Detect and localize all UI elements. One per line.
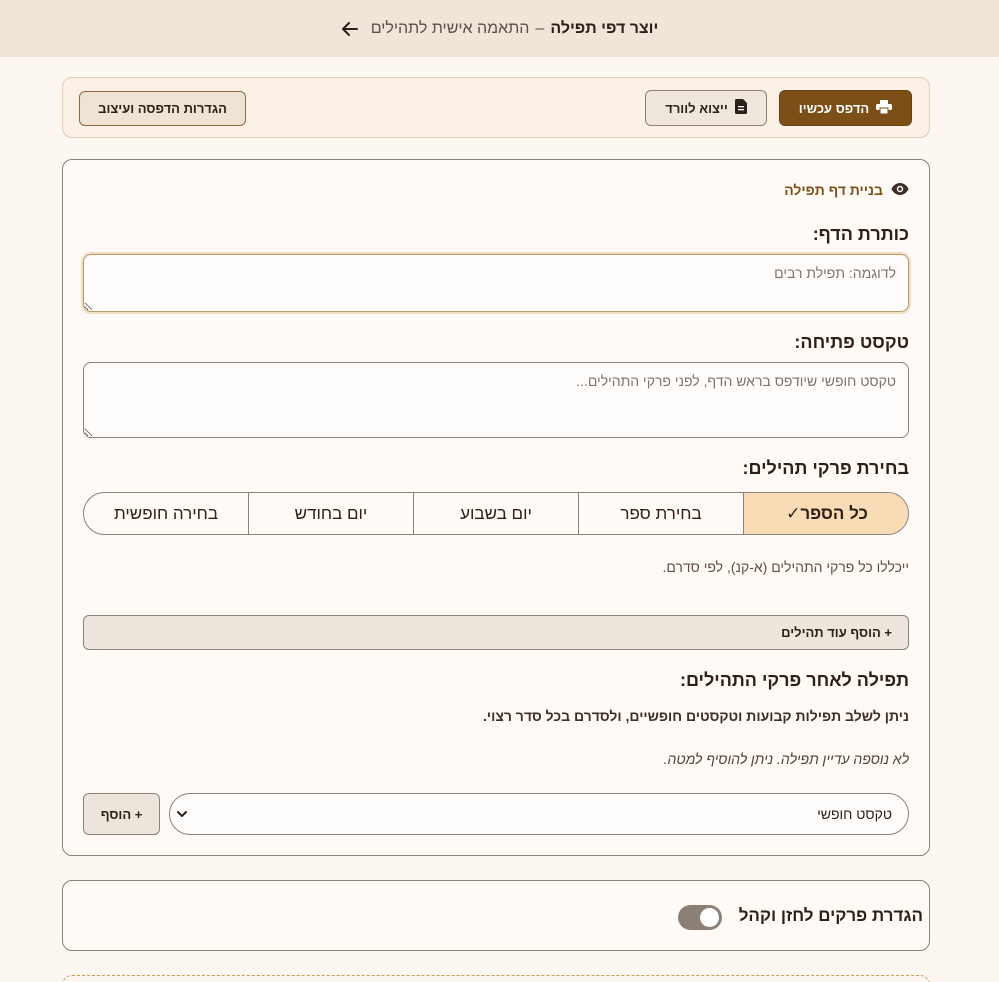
chevron-down-icon [176,808,188,820]
eye-icon [891,182,909,198]
intro-text-label: טקסט פתיחה: [794,332,909,352]
next-section-card [62,975,930,982]
after-prayer-label: תפילה לאחר פרקי התהילים: [679,670,909,690]
add-more-psalms-button[interactable]: + הוסף עוד תהילים [83,615,909,650]
app-title: יוצר דפי תפילה [550,19,659,37]
header-title-group: יוצר דפי תפילה – התאמה אישית לתהילים [371,20,659,38]
mode-whole-book[interactable]: כל הספר ✓ [743,493,908,534]
prayer-builder-card: בניית דף תפילה כותרת הדף: טקסט פתיחה: בח… [62,159,930,856]
mode-choose-book[interactable]: בחירת ספר [578,493,743,534]
mode-free-choice[interactable]: בחירה חופשית [84,493,248,534]
action-toolbar: הדפס עכשיו ייצוא לוורד הגדרות הדפסה ועיצ… [62,77,930,138]
print-now-button[interactable]: הדפס עכשיו [779,90,912,126]
arrow-left-icon[interactable] [341,20,359,38]
intro-text-field[interactable] [83,362,909,438]
export-word-button[interactable]: ייצוא לוורד [645,90,767,126]
page-title-label: כותרת הדף: [812,224,909,244]
cantor-settings-label: הגדרת פרקים לחזן וקהל [738,906,923,925]
chapters-label: בחירת פרקי תהילים: [742,458,909,478]
mode-whole-book-label: כל הספר [800,503,868,523]
page-title-field[interactable] [83,254,909,312]
prayer-type-select[interactable]: טקסט חופשי [169,793,909,835]
after-prayer-description: ניתן לשלב תפילות קבועות וטקסטים חופשיים,… [482,708,909,724]
mode-day-of-week[interactable]: יום בשבוע [413,493,578,534]
cantor-toggle[interactable] [678,905,722,930]
builder-heading: בניית דף תפילה [784,182,909,198]
print-settings-button[interactable]: הגדרות הדפסה ועיצוב [79,91,246,126]
add-prayer-button[interactable]: + הוסף [83,793,160,835]
mode-day-of-month[interactable]: יום בחודש [248,493,413,534]
print-now-label: הדפס עכשיו [798,100,870,116]
title-separator: – [535,19,545,37]
cantor-settings-card: הגדרת פרקים לחזן וקהל [62,880,930,951]
printer-icon [876,99,893,117]
mode-hint: ייכללו כל פרקי התהילים (א-קנ), לפי סדרם. [662,559,909,575]
document-icon [734,99,747,117]
app-subtitle: התאמה אישית לתהילים [370,19,530,37]
prayer-type-value: טקסט חופשי [817,806,892,822]
top-bar: יוצר דפי תפילה – התאמה אישית לתהילים [0,0,999,57]
check-icon: ✓ [786,503,801,523]
toggle-knob [700,908,719,927]
chapter-mode-selector: כל הספר ✓ בחירת ספר יום בשבוע יום בחודש ב… [83,492,909,535]
empty-prayer-note: לא נוספה עדיין תפילה. ניתן להוסיף למטה. [663,751,909,767]
builder-heading-text: בניית דף תפילה [784,182,883,198]
export-word-label: ייצוא לוורד [665,100,728,116]
